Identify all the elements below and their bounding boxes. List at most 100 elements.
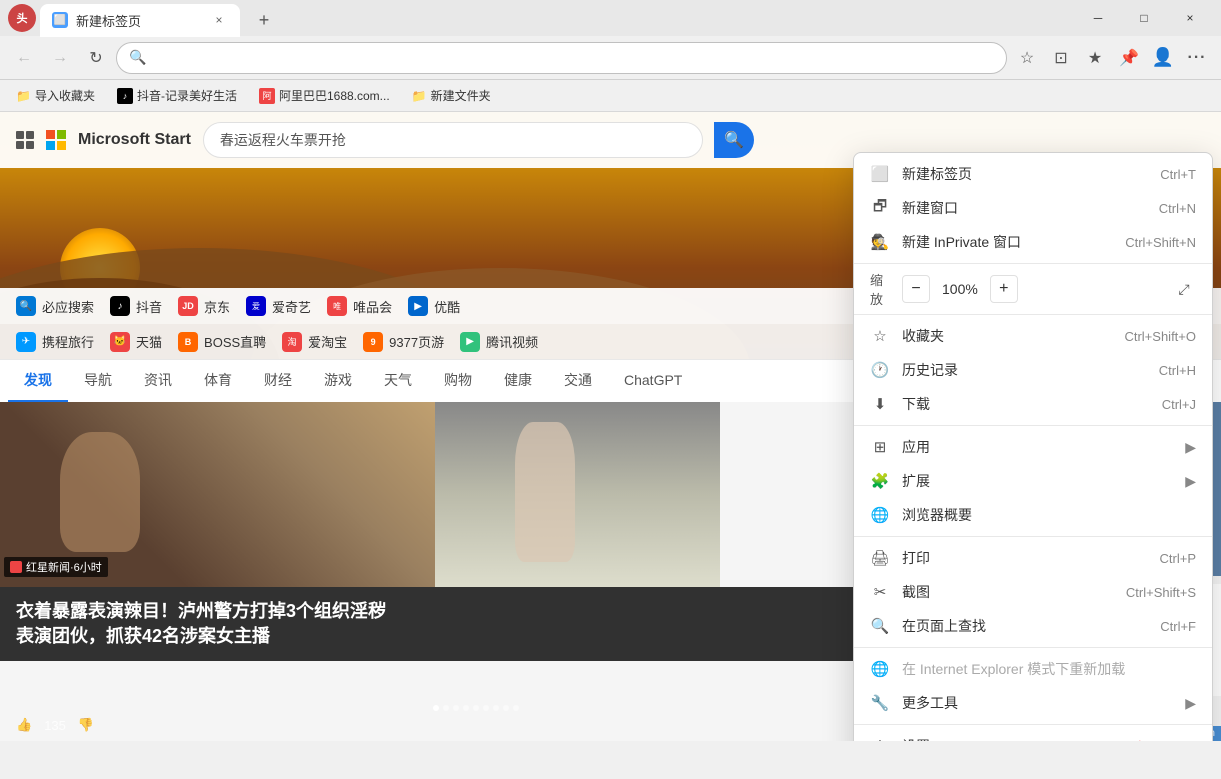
menu-divider-5 — [854, 647, 1212, 648]
nav-tab-sports[interactable]: 体育 — [188, 360, 248, 402]
shortcut-favorites: Ctrl+Shift+O — [1124, 329, 1196, 344]
menu-label-settings: 设置 — [902, 736, 1196, 741]
ql-vip[interactable]: 唯 唯品会 — [327, 296, 392, 316]
favorites-button[interactable]: ★ — [1079, 42, 1111, 74]
nav-tab-navigation[interactable]: 导航 — [68, 360, 128, 402]
ql-boss[interactable]: B BOSS直聘 — [178, 332, 266, 352]
address-bar[interactable]: 🔍 — [116, 42, 1007, 74]
minimize-button[interactable]: ─ — [1075, 2, 1121, 34]
ql-tencentvideo[interactable]: ▶ 腾讯视频 — [460, 332, 538, 352]
zoom-decrease-button[interactable]: − — [902, 275, 930, 303]
menu-item-print[interactable]: 🖨 打印 Ctrl+P — [854, 541, 1212, 575]
folder-icon: 📁 — [16, 89, 31, 103]
menu-divider-4 — [854, 536, 1212, 537]
shortcut-find: Ctrl+F — [1160, 619, 1196, 634]
shortcut-new-tab: Ctrl+T — [1160, 167, 1196, 182]
menu-item-new-tab[interactable]: ⬜ 新建标签页 Ctrl+T — [854, 157, 1212, 191]
zoom-increase-button[interactable]: + — [990, 275, 1018, 303]
ql-youku[interactable]: ▶ 优酷 — [408, 296, 460, 316]
new-tab-button[interactable]: + — [248, 5, 280, 37]
active-tab[interactable]: ⬜ 新建标签页 × — [40, 4, 240, 37]
menu-label-history: 历史记录 — [902, 360, 1147, 380]
split-view-button[interactable]: ⊡ — [1045, 42, 1077, 74]
nav-tab-news[interactable]: 资讯 — [128, 360, 188, 402]
forward-button[interactable]: → — [44, 42, 76, 74]
apps-grid-icon[interactable] — [16, 131, 34, 149]
bookmark-douyin[interactable]: ♪ 抖音-记录美好生活 — [109, 84, 245, 107]
find-icon: 🔍 — [870, 616, 890, 636]
news-source-badge: 红星新闻·6小时 — [4, 557, 108, 577]
profile-icon[interactable]: 头 — [8, 4, 36, 32]
ql-tmall[interactable]: 🐱 天猫 — [110, 332, 162, 352]
tab-close-button[interactable]: × — [210, 11, 228, 29]
ql-jd[interactable]: JD 京东 — [178, 296, 230, 316]
nav-tab-discover[interactable]: 发现 — [8, 360, 68, 402]
menu-item-inprivate[interactable]: 🕵 新建 InPrivate 窗口 Ctrl+Shift+N — [854, 225, 1212, 259]
refresh-button[interactable]: ↻ — [80, 42, 112, 74]
more-tools-arrow: ▶ — [1185, 695, 1196, 712]
menu-item-apps[interactable]: ⊞ 应用 ▶ — [854, 430, 1212, 464]
new-tab-icon: ⬜ — [870, 164, 890, 184]
ql-bingsearch[interactable]: 🔍 必应搜索 — [16, 296, 94, 316]
menu-item-more-tools[interactable]: 🔧 更多工具 ▶ — [854, 686, 1212, 720]
ql-douyin[interactable]: ♪ 抖音 — [110, 296, 162, 316]
back-button[interactable]: ← — [8, 42, 40, 74]
menu-item-extensions[interactable]: 🧩 扩展 ▶ — [854, 464, 1212, 498]
bookmark-alibaba[interactable]: 阿 阿里巴巴1688.com... — [251, 84, 398, 107]
profile-menu-button[interactable]: 👤 — [1147, 42, 1179, 74]
search-icon: 🔍 — [129, 49, 146, 66]
bookmark-label: 抖音-记录美好生活 — [137, 87, 237, 104]
bookmark-label: 阿里巴巴1688.com... — [279, 87, 390, 104]
shortcut-new-window: Ctrl+N — [1159, 201, 1196, 216]
toolbar-actions: ☆ ⊡ ★ 📌 👤 ··· — [1011, 42, 1213, 74]
main-news-card[interactable]: 红星新闻·6小时 衣着暴露表演辣目！泸州警方打掉3个组织淫秽 表演团伙，抓获42… — [0, 402, 951, 741]
boss-icon: B — [178, 332, 198, 352]
menu-item-screenshot[interactable]: ✂ 截图 Ctrl+Shift+S — [854, 575, 1212, 609]
pagination-dots — [433, 705, 519, 711]
menu-item-favorites[interactable]: ☆ 收藏夹 Ctrl+Shift+O — [854, 319, 1212, 353]
ql-iqiyi[interactable]: 爱 爱奇艺 — [246, 296, 311, 316]
nav-tab-weather[interactable]: 天气 — [368, 360, 428, 402]
menu-item-new-window[interactable]: 🗗 新建窗口 Ctrl+N — [854, 191, 1212, 225]
bing-icon: 🔍 — [16, 296, 36, 316]
ql-9377[interactable]: 9 9377页游 — [363, 332, 444, 352]
new-window-icon: 🗗 — [870, 198, 890, 218]
extensions-icon: 🧩 — [870, 471, 890, 491]
menu-divider-2 — [854, 314, 1212, 315]
dot-3 — [453, 705, 459, 711]
menu-item-browser-overview[interactable]: 🌐 浏览器概要 — [854, 498, 1212, 532]
msstart-search-bar[interactable]: 春运返程火车票开抢 — [203, 122, 703, 158]
more-options-button[interactable]: ··· — [1181, 42, 1213, 74]
taobao-icon: 淘 — [282, 332, 302, 352]
news-stats: 👍 135 👎 — [16, 717, 94, 733]
close-button[interactable]: × — [1167, 2, 1213, 34]
tab-favicon: ⬜ — [52, 12, 68, 28]
shortcut-history: Ctrl+H — [1159, 363, 1196, 378]
menu-item-find[interactable]: 🔍 在页面上查找 Ctrl+F — [854, 609, 1212, 643]
news-title-line2: 表演团伙，抓获42名涉案女主播 — [16, 624, 935, 649]
tmall-icon: 🐱 — [110, 332, 130, 352]
nav-tab-finance[interactable]: 财经 — [248, 360, 308, 402]
zoom-fullscreen-button[interactable]: ⤢ — [1172, 277, 1196, 301]
collections-button[interactable]: 📌 — [1113, 42, 1145, 74]
nav-tab-health[interactable]: 健康 — [488, 360, 548, 402]
bookmark-new-folder[interactable]: 📁 新建文件夹 — [404, 84, 499, 107]
tab-title: 新建标签页 — [76, 11, 141, 30]
bookmark-import[interactable]: 📁 导入收藏夹 — [8, 84, 103, 107]
msstart-search-button[interactable]: 🔍 — [714, 122, 754, 158]
menu-item-download[interactable]: ⬇ 下载 Ctrl+J — [854, 387, 1212, 421]
menu-item-ie-mode: 🌐 在 Internet Explorer 模式下重新加载 — [854, 652, 1212, 686]
maximize-button[interactable]: □ — [1121, 2, 1167, 34]
menu-item-settings[interactable]: ⚙ 设置 ➜ — [854, 729, 1212, 741]
nav-tab-shopping[interactable]: 购物 — [428, 360, 488, 402]
nav-tab-traffic[interactable]: 交通 — [548, 360, 608, 402]
ql-ctrip[interactable]: ✈ 携程旅行 — [16, 332, 94, 352]
nav-tab-chatgpt[interactable]: ChatGPT — [608, 362, 698, 400]
microsoft-logo — [46, 130, 66, 150]
menu-item-history[interactable]: 🕐 历史记录 Ctrl+H — [854, 353, 1212, 387]
alibaba-icon: 阿 — [259, 88, 275, 104]
star-button[interactable]: ☆ — [1011, 42, 1043, 74]
context-menu: ⬜ 新建标签页 Ctrl+T 🗗 新建窗口 Ctrl+N 🕵 新建 InPriv… — [853, 152, 1213, 741]
ql-taobao[interactable]: 淘 爱淘宝 — [282, 332, 347, 352]
nav-tab-games[interactable]: 游戏 — [308, 360, 368, 402]
